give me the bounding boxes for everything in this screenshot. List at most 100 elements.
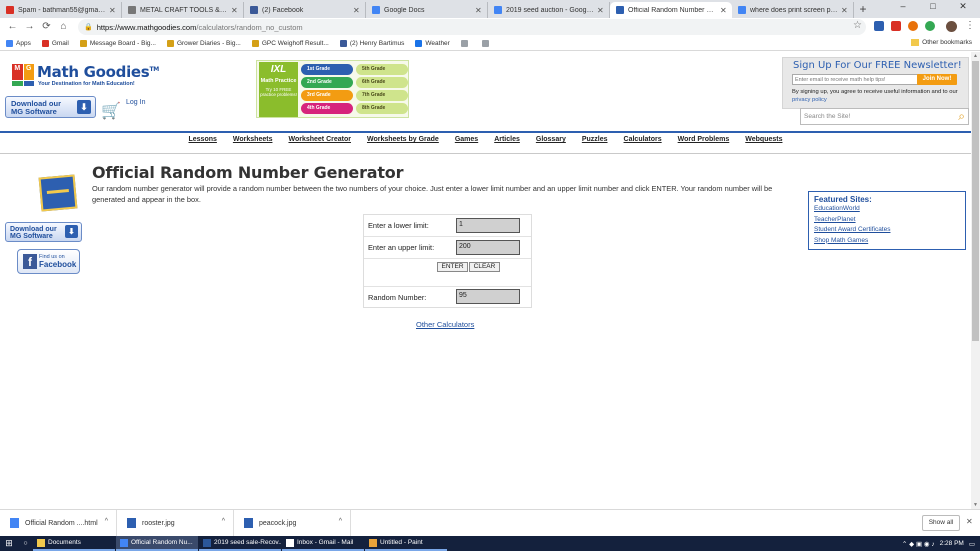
download-item[interactable]: Official Random ....html ^ [0, 509, 117, 537]
other-calculators-link[interactable]: Other Calculators [416, 320, 474, 329]
nav-link-word-problems[interactable]: Word Problems [678, 136, 730, 150]
address-bar[interactable]: 🔒 https://www.mathgoodies.com/calculator… [78, 19, 866, 35]
chevron-up-icon[interactable]: ^ [105, 518, 108, 525]
upper-limit-input[interactable]: 200 [456, 240, 520, 255]
scroll-up-icon[interactable]: ▲ [971, 52, 980, 60]
taskbar-app[interactable]: Untitled - Paint [365, 536, 447, 551]
bookmark-item[interactable]: Grower Diaries - Big... [166, 39, 241, 47]
bookmark-item[interactable]: GPC Weighoff Result... [251, 39, 329, 47]
bookmark-item[interactable] [460, 39, 471, 47]
close-tab-icon[interactable]: ✕ [597, 6, 605, 15]
browser-tab[interactable]: Google Docs ✕ [366, 2, 488, 18]
nav-link-lessons[interactable]: Lessons [189, 136, 217, 150]
profile-avatar[interactable] [946, 21, 957, 32]
close-tab-icon[interactable]: ✕ [231, 6, 239, 15]
clear-button[interactable]: CLEAR [469, 262, 500, 272]
download-software-button[interactable]: Download our MG Software ⬇ [5, 96, 96, 118]
bookmark-item[interactable]: Gmail [41, 39, 69, 47]
browser-tab[interactable]: where does print screen picture ✕ [732, 2, 854, 18]
close-tab-icon[interactable]: ✕ [353, 6, 361, 15]
maximize-icon[interactable]: □ [918, 0, 948, 14]
enter-button[interactable]: ENTER [437, 262, 468, 272]
login-link[interactable]: Log In [126, 99, 145, 106]
featured-link[interactable]: EducationWorld [809, 204, 965, 215]
lower-limit-input[interactable]: 1 [456, 218, 520, 233]
chevron-up-icon[interactable]: ^ [222, 518, 225, 525]
menu-kebab-icon[interactable]: ⋮ [965, 20, 975, 31]
browser-tab[interactable]: Official Random Number Generat✕ [610, 2, 732, 18]
software-book-icon[interactable] [38, 174, 78, 212]
grade-link[interactable]: 1st Grade [301, 64, 353, 75]
taskbar-app[interactable]: Inbox - Gmail - Mail [282, 536, 364, 551]
grade-link[interactable]: 7th Grade [356, 90, 408, 101]
nav-link-webquests[interactable]: Webquests [745, 136, 782, 150]
facebook-button[interactable]: f Find us on Facebook [17, 249, 80, 274]
privacy-policy-link[interactable]: privacy policy [792, 97, 827, 103]
featured-link[interactable]: Shop Math Games [809, 236, 965, 247]
nav-link-articles[interactable]: Articles [494, 136, 520, 150]
browser-tab[interactable]: METAL CRAFT TOOLS & Sheet m✕ [122, 2, 244, 18]
grade-link[interactable]: 2nd Grade [301, 77, 353, 88]
browser-tab[interactable]: (2) Facebook ✕ [244, 2, 366, 18]
nav-link-puzzles[interactable]: Puzzles [582, 136, 608, 150]
nav-link-calculators[interactable]: Calculators [624, 136, 662, 150]
download-item[interactable]: rooster.jpg ^ [117, 509, 234, 537]
close-downloads-icon[interactable]: ✕ [966, 517, 973, 526]
windows-start-icon[interactable]: ⊞ [0, 536, 18, 551]
search-icon[interactable]: ○ [18, 536, 33, 551]
bookmark-item[interactable]: Weather [415, 39, 450, 47]
taskbar-app[interactable]: 2019 seed sale-Recov... [199, 536, 281, 551]
taskbar-app[interactable]: Official Random Nu... [116, 536, 198, 551]
result-output[interactable]: 95 [456, 289, 520, 304]
scroll-down-icon[interactable]: ▼ [971, 501, 980, 509]
bookmark-item[interactable]: (2) Henry Bartimus [339, 39, 404, 47]
reload-icon[interactable]: ⟳ [38, 19, 55, 35]
notifications-icon[interactable]: ▭ [969, 540, 975, 548]
nav-link-glossary[interactable]: Glossary [536, 136, 566, 150]
close-tab-icon[interactable]: ✕ [841, 6, 849, 15]
taskbar-app[interactable]: Documents [33, 536, 115, 551]
site-logo-title[interactable]: Math GoodiesTM [37, 63, 159, 81]
newsletter-email-input[interactable]: Enter email to receive math help tips! [792, 74, 922, 85]
search-icon[interactable]: ⌕ [958, 110, 965, 123]
grade-link[interactable]: 6th Grade [356, 77, 408, 88]
tray-icons[interactable]: ⌃ ◆ ▣ ◉ ♪ [902, 540, 935, 548]
scrollbar-thumb[interactable] [972, 61, 979, 341]
show-all-button[interactable]: Show all [922, 515, 960, 531]
featured-link[interactable]: TeacherPlanet [809, 215, 965, 226]
back-icon[interactable]: ← [4, 19, 21, 35]
clock[interactable]: 2:28 PM [940, 540, 964, 547]
grade-link[interactable]: 5th Grade [356, 64, 408, 75]
bookmark-star-icon[interactable]: ☆ [853, 20, 862, 31]
bookmark-item[interactable]: Message Board - Big... [79, 39, 156, 47]
minimize-icon[interactable]: – [888, 0, 918, 14]
grade-link[interactable]: 8th Grade [356, 103, 408, 114]
download-software-button-side[interactable]: Download our MG Software ⬇ [5, 222, 82, 242]
grade-link[interactable]: 4th Grade [301, 103, 353, 114]
other-bookmarks[interactable]: Other bookmarks [911, 39, 972, 46]
extension-icon[interactable] [925, 21, 935, 31]
home-icon[interactable]: ⌂ [55, 19, 72, 35]
mathgoodies-logo-icon[interactable]: M G [12, 64, 34, 86]
bookmark-item[interactable] [481, 39, 492, 47]
nav-link-worksheets-by-grade[interactable]: Worksheets by Grade [367, 136, 439, 150]
extension-icon[interactable] [874, 21, 884, 31]
nav-link-worksheet-creator[interactable]: Worksheet Creator [288, 136, 351, 150]
nav-link-worksheets[interactable]: Worksheets [233, 136, 273, 150]
close-tab-icon[interactable]: ✕ [720, 6, 728, 15]
grade-link[interactable]: 3rd Grade [301, 90, 353, 101]
browser-tab[interactable]: 2019 seed auction - Google Docs✕ [488, 2, 610, 18]
join-now-button[interactable]: Join Now! [917, 74, 957, 85]
featured-link[interactable]: Student Award Certificates [809, 225, 965, 236]
close-tab-icon[interactable]: ✕ [109, 6, 117, 15]
extension-icon[interactable] [908, 21, 918, 31]
close-window-icon[interactable]: ✕ [948, 0, 978, 14]
shopping-cart-icon[interactable]: 🛒 [101, 101, 121, 121]
forward-icon[interactable]: → [21, 19, 38, 35]
chevron-up-icon[interactable]: ^ [339, 518, 342, 525]
browser-tab[interactable]: Spam - bathman55@gmail.com✕ [0, 2, 122, 18]
nav-link-games[interactable]: Games [455, 136, 478, 150]
new-tab-icon[interactable]: + [854, 2, 872, 18]
vertical-scrollbar[interactable]: ▲ ▼ [971, 52, 980, 509]
extension-icon[interactable] [891, 21, 901, 31]
